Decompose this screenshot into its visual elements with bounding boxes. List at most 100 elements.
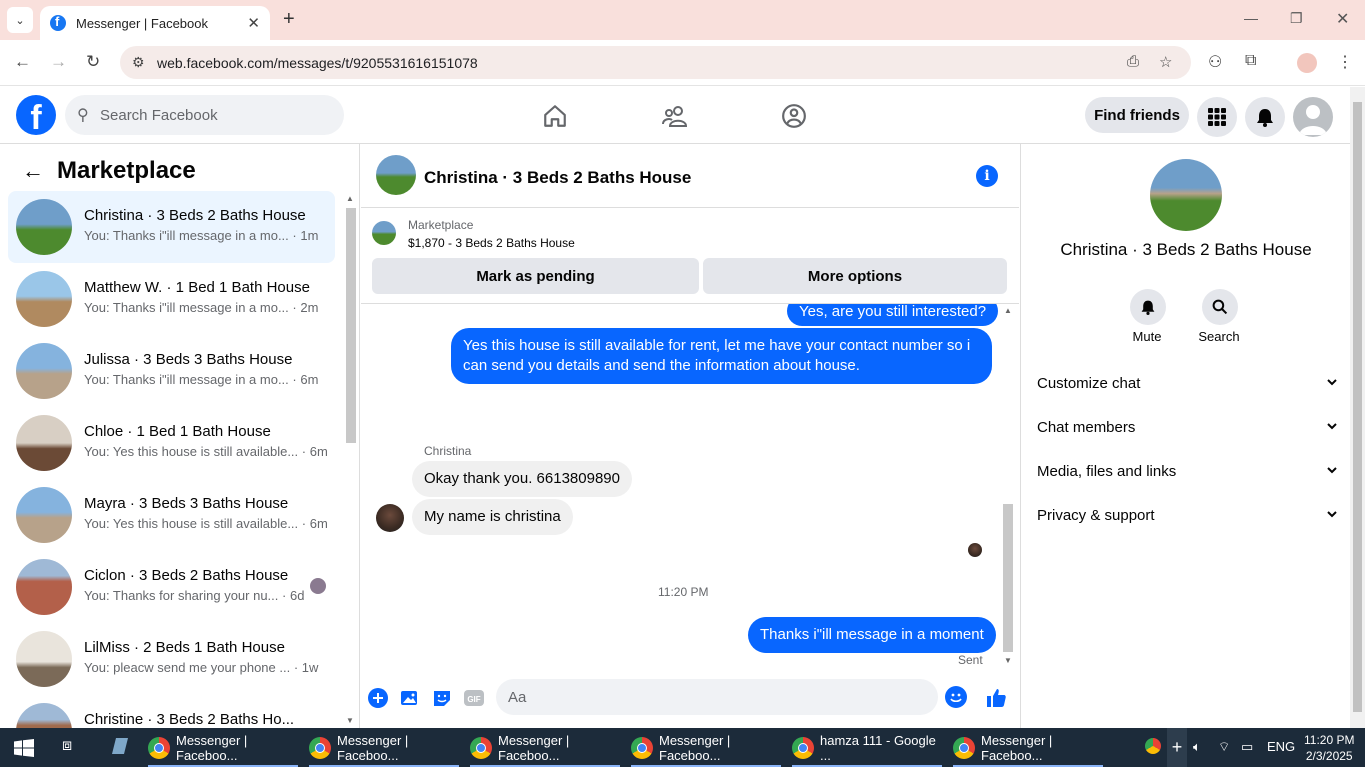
taskbar-app-button[interactable]: Messenger | Faceboo... bbox=[949, 728, 1107, 767]
install-app-icon[interactable]: ⎙ bbox=[1127, 53, 1139, 70]
facebook-search-input[interactable] bbox=[100, 95, 330, 135]
new-tab-button[interactable]: + bbox=[283, 8, 295, 31]
listing-price[interactable]: $1,870 - 3 Beds 2 Baths House bbox=[408, 236, 575, 250]
bookmark-star-icon[interactable]: ☆ bbox=[1159, 53, 1172, 71]
site-info-icon[interactable]: ⚙ bbox=[132, 54, 145, 71]
sticker-icon[interactable] bbox=[431, 687, 453, 709]
message-bubble-incoming[interactable]: My name is christina bbox=[412, 499, 573, 535]
conversation-item[interactable]: Christine · 3 Beds 2 Baths Ho... bbox=[8, 695, 335, 728]
menu-grid-icon[interactable] bbox=[1197, 97, 1237, 137]
chat-avatar[interactable] bbox=[376, 155, 416, 195]
section-label: Customize chat bbox=[1037, 375, 1141, 392]
find-friends-button[interactable]: Find friends bbox=[1085, 97, 1189, 133]
message-bubble-outgoing[interactable]: Yes this house is still available for re… bbox=[451, 328, 992, 384]
add-icon[interactable]: + bbox=[1167, 728, 1187, 767]
chat-title[interactable]: Christina · 3 Beds 2 Baths House bbox=[424, 168, 691, 188]
chat-scrollbar[interactable]: ▲ ▼ bbox=[1001, 304, 1015, 670]
back-button[interactable]: ← bbox=[14, 52, 31, 72]
privacy-support-section[interactable]: Privacy & support bbox=[1037, 495, 1337, 539]
chat-details-name: Christina · 3 Beds 2 Baths House bbox=[1060, 240, 1312, 259]
omnibox[interactable]: ⚙ web.facebook.com/messages/t/9205531616… bbox=[120, 46, 1191, 79]
reload-button[interactable]: ↻ bbox=[86, 52, 100, 72]
volume-icon[interactable]: 🔈︎ bbox=[1193, 739, 1201, 755]
scroll-up-arrow-icon[interactable]: ▲ bbox=[1004, 306, 1012, 315]
friends-icon[interactable] bbox=[660, 101, 690, 131]
conversation-name: Ciclon · 3 Beds 2 Baths House bbox=[84, 567, 289, 584]
conversation-item[interactable]: LilMiss · 2 Beds 1 Bath House You: pleac… bbox=[8, 623, 335, 695]
mute-button[interactable] bbox=[1130, 289, 1166, 325]
thumbs-up-icon[interactable] bbox=[985, 687, 1007, 709]
account-avatar[interactable] bbox=[1293, 97, 1333, 137]
minimize-button[interactable]: — bbox=[1244, 10, 1258, 26]
message-bubble-outgoing[interactable]: Thanks i"ill message in a moment bbox=[748, 617, 996, 653]
menu-kebab-icon[interactable]: ⋮ bbox=[1337, 52, 1353, 72]
taskbar-app-button[interactable]: Messenger | Faceboo... bbox=[305, 728, 463, 767]
wifi-icon[interactable]: ⌔ bbox=[1218, 739, 1230, 755]
facebook-search[interactable]: ⚲ bbox=[65, 95, 344, 135]
customize-chat-section[interactable]: Customize chat bbox=[1037, 363, 1337, 407]
scrollbar-thumb[interactable] bbox=[346, 208, 356, 443]
chrome-tray-icon[interactable] bbox=[1145, 738, 1161, 757]
scroll-up-arrow-icon[interactable]: ▲ bbox=[346, 194, 354, 203]
url-text[interactable]: web.facebook.com/messages/t/920553161615… bbox=[157, 55, 478, 71]
taskbar-app-button[interactable]: Messenger | Faceboo... bbox=[627, 728, 785, 767]
message-input[interactable] bbox=[508, 679, 908, 715]
chrome-icon bbox=[631, 736, 653, 759]
conversation-item[interactable]: Matthew W. · 1 Bed 1 Bath House You: Tha… bbox=[8, 263, 335, 335]
scrollbar-thumb[interactable] bbox=[1003, 504, 1013, 652]
conversation-item[interactable]: Christina · 3 Beds 2 Baths House You: Th… bbox=[8, 191, 335, 263]
message-thread: Yes, are you still interested? Yes this … bbox=[361, 304, 1019, 670]
scrollbar-thumb[interactable] bbox=[1353, 102, 1362, 712]
notifications-bell-icon[interactable] bbox=[1245, 97, 1285, 137]
home-icon[interactable] bbox=[540, 101, 570, 131]
groups-icon[interactable] bbox=[779, 101, 809, 131]
media-files-links-section[interactable]: Media, files and links bbox=[1037, 451, 1337, 495]
conversation-item[interactable]: Chloe · 1 Bed 1 Bath House You: Yes this… bbox=[8, 407, 335, 479]
windows-start-icon[interactable] bbox=[14, 739, 34, 757]
battery-icon[interactable]: ▭ bbox=[1241, 739, 1253, 755]
page-scrollbar[interactable] bbox=[1350, 87, 1365, 728]
tab-search-button[interactable]: ⌄ bbox=[7, 7, 33, 33]
message-bubble-outgoing[interactable]: Yes, are you still interested? bbox=[787, 304, 999, 326]
search-in-chat-button[interactable] bbox=[1202, 289, 1238, 325]
restore-button[interactable]: ❐ bbox=[1290, 10, 1303, 27]
more-options-button[interactable]: More options bbox=[703, 258, 1007, 294]
close-tab-icon[interactable]: ✕ bbox=[247, 14, 260, 32]
pinned-app-icon[interactable] bbox=[108, 736, 130, 759]
forward-button[interactable]: → bbox=[50, 52, 67, 72]
task-view-icon[interactable]: ⧈ bbox=[62, 737, 72, 755]
conversation-item[interactable]: Ciclon · 3 Beds 2 Baths House You: Thank… bbox=[8, 551, 335, 623]
taskbar-app-button[interactable]: Messenger | Faceboo... bbox=[466, 728, 624, 767]
chevron-down-icon bbox=[1327, 423, 1337, 430]
listing-thumbnail bbox=[16, 199, 72, 255]
emoji-icon[interactable] bbox=[945, 686, 967, 708]
gif-icon[interactable]: GIF bbox=[463, 687, 485, 709]
conversation-list-scrollbar[interactable]: ▲ ▼ bbox=[344, 194, 356, 726]
conversation-name: Christine · 3 Beds 2 Baths Ho... bbox=[84, 711, 295, 728]
back-arrow-icon[interactable]: ← bbox=[22, 158, 44, 184]
copilot-icon[interactable]: ⚇ bbox=[1208, 52, 1222, 72]
mark-as-pending-button[interactable]: Mark as pending bbox=[372, 258, 699, 294]
message-bubble-incoming[interactable]: Okay thank you. 6613809890 bbox=[412, 461, 632, 497]
info-icon[interactable]: i bbox=[976, 165, 998, 187]
language-indicator[interactable]: ENG bbox=[1267, 739, 1295, 754]
facebook-logo-icon[interactable]: f bbox=[16, 95, 56, 135]
conversation-item[interactable]: Julissa · 3 Beds 3 Baths House You: Than… bbox=[8, 335, 335, 407]
system-clock[interactable]: 11:20 PM 2/3/2025 bbox=[1304, 732, 1354, 764]
extensions-icon[interactable]: ⧉ bbox=[1245, 52, 1256, 70]
browser-tab[interactable]: Messenger | Facebook ✕ bbox=[40, 6, 270, 40]
close-window-button[interactable]: ✕ bbox=[1336, 9, 1349, 29]
listing-thumbnail[interactable] bbox=[372, 221, 396, 245]
sender-avatar[interactable] bbox=[376, 504, 404, 532]
scroll-down-arrow-icon[interactable]: ▼ bbox=[346, 716, 354, 725]
chat-avatar-large[interactable] bbox=[1150, 159, 1222, 231]
taskbar-app-button[interactable]: Messenger | Faceboo... bbox=[144, 728, 302, 767]
conversation-item[interactable]: Mayra · 3 Beds 3 Baths House You: Yes th… bbox=[8, 479, 335, 551]
message-input-wrapper[interactable] bbox=[496, 679, 967, 715]
profile-avatar-icon[interactable] bbox=[1297, 53, 1317, 73]
taskbar-app-button[interactable]: hamza 111 - Google ... bbox=[788, 728, 946, 767]
chat-members-section[interactable]: Chat members bbox=[1037, 407, 1337, 451]
plus-icon[interactable] bbox=[367, 687, 389, 709]
scroll-down-arrow-icon[interactable]: ▼ bbox=[1004, 656, 1012, 665]
photo-icon[interactable] bbox=[399, 687, 421, 709]
